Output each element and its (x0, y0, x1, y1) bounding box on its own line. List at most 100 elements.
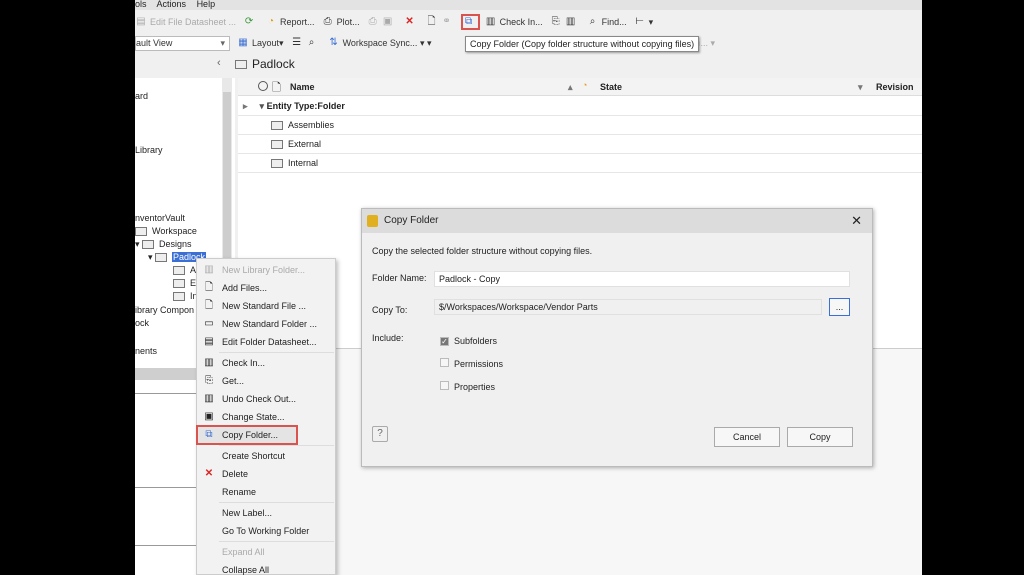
properties-icon: ☰ (292, 37, 302, 48)
checkbox[interactable] (440, 358, 449, 367)
column-state[interactable]: State (600, 82, 622, 92)
table-row[interactable]: Internal (238, 154, 922, 173)
menu-help[interactable]: Help (197, 0, 216, 9)
tooltip: Copy Folder (Copy folder structure witho… (465, 36, 700, 52)
menu-item-get[interactable]: ⎘ Get... (197, 372, 335, 390)
browse-button[interactable]: ... (829, 298, 850, 316)
subfolders-checkbox[interactable]: ✓ Subfolders (440, 336, 497, 346)
vault-window: ols Actions Help ▤ Edit File Datasheet ..… (135, 0, 922, 575)
tree-item[interactable]: ock (135, 318, 149, 328)
sort-asc-icon[interactable]: ▴ (568, 82, 573, 93)
menu-item-label: Add Files... (222, 283, 268, 293)
plot-button[interactable]: ⎙ Plot... (322, 16, 360, 28)
chevron-down-icon: ▾ ▾ (417, 37, 432, 48)
table-row[interactable]: External (238, 135, 922, 154)
label: Permissions (454, 359, 504, 369)
tree-item-workspace[interactable]: Workspace (135, 226, 197, 237)
copy-button[interactable]: Copy (787, 427, 853, 447)
properties-checkbox[interactable]: Properties (440, 381, 495, 392)
row-name: External (288, 139, 322, 149)
new-file-icon: 🗋 (427, 16, 436, 27)
print-button[interactable]: ⎙ ▣ (367, 16, 397, 28)
view-select[interactable]: ault View (135, 35, 230, 51)
menu-item-label: New Standard Folder ... (222, 319, 318, 329)
collapse-pane-button[interactable]: ‹ (217, 57, 221, 69)
properties-button[interactable]: ☰ ⌕ (291, 37, 321, 49)
folder-name-input[interactable]: Padlock - Copy (434, 271, 850, 287)
menu-item-new-label[interactable]: New Label... (197, 504, 335, 522)
menu-bar: ols Actions Help (135, 0, 922, 10)
close-icon[interactable]: ✕ (851, 209, 862, 233)
tree-item[interactable]: ard (135, 91, 148, 101)
menu-item-expand-all[interactable]: Expand All (197, 543, 335, 561)
more-button[interactable]: ⊢ ▾ (634, 16, 653, 28)
column-revision[interactable]: Revision (876, 82, 914, 92)
row-name: Assemblies (288, 120, 335, 130)
datasheet-icon: ▤ (136, 16, 146, 27)
menu-item-check-in[interactable]: ▥ Check In... (197, 354, 335, 372)
menu-item-undo-check-out[interactable]: ▥ Undo Check Out... (197, 390, 335, 408)
column-filter-icon[interactable]: ▾ (858, 82, 863, 93)
tree-item[interactable]: Library (135, 145, 163, 155)
menu-item-label: Get... (222, 376, 245, 386)
library-folder-icon: ▥ (204, 264, 214, 275)
menu-item-edit-folder-datasheet[interactable]: ▤ Edit Folder Datasheet... (197, 333, 335, 351)
menu-item-label: Collapse All (222, 565, 270, 575)
menu-item-go-to-working-folder[interactable]: Go To Working Folder (197, 522, 335, 540)
column-name[interactable]: Name (290, 82, 315, 92)
breadcrumb-label: Padlock (252, 57, 295, 71)
menu-item-label: Change State... (222, 412, 285, 422)
cancel-button[interactable]: Cancel (714, 427, 780, 447)
copy-folder-button[interactable]: ⧉ (460, 14, 480, 30)
menu-item-delete[interactable]: ✕ Delete (197, 465, 335, 483)
check-in-button[interactable]: ▥ Check In... (485, 16, 543, 28)
copy-to-field[interactable]: $/Workspaces/Workspace/Vendor Parts (434, 299, 822, 315)
menu-item-create-shortcut[interactable]: Create Shortcut (197, 447, 335, 465)
menu-item-new-standard-folder[interactable]: ▭ New Standard Folder ... (197, 315, 335, 333)
group-label: Entity Type:Folder (266, 101, 345, 111)
menu-item-label: Rename (222, 487, 257, 497)
chevron-down-icon: ▾ (279, 37, 284, 48)
delete-button[interactable]: ✕ (404, 16, 419, 28)
layout-button[interactable]: ▦ Layout ▾ (237, 37, 284, 49)
check-in-icon: ▥ (485, 16, 496, 27)
undo-checkout-icon: ▥ (204, 393, 214, 404)
checkbox[interactable] (440, 381, 449, 390)
tree-item[interactable]: ibrary Compon (135, 305, 194, 315)
menu-item-collapse-all[interactable]: Collapse All (197, 561, 335, 575)
printer-icon: ⎙ (368, 16, 377, 27)
report-button[interactable]: ◔ Report... (265, 16, 315, 28)
group-row[interactable]: ▸ ▾ Entity Type:Folder (238, 97, 922, 116)
workspace-sync-button[interactable]: ⇅ Workspace Sync... ▾ ▾ (328, 37, 432, 49)
menu-item-copy-folder[interactable]: ⧉ Copy Folder... (196, 425, 298, 445)
folder-icon (142, 240, 155, 250)
tree-item-designs[interactable]: ▾ Designs (135, 239, 192, 250)
menu-item-new-standard-file[interactable]: 🗋 New Standard File ... (197, 297, 335, 315)
copy-folder-icon: ⧉ (205, 429, 213, 440)
new-file-button[interactable]: 🗋 ⚭ (426, 16, 456, 28)
menu-item-label: Go To Working Folder (222, 526, 310, 536)
edit-file-datasheet-button[interactable]: ▤ Edit File Datasheet ... (135, 16, 236, 28)
tree-item[interactable]: nventorVault (135, 213, 185, 223)
table-row[interactable]: Assemblies (238, 116, 922, 135)
folder-icon (271, 140, 283, 150)
checkbox-checked[interactable]: ✓ (440, 337, 449, 346)
refresh-button[interactable]: ⟳ (243, 16, 258, 28)
collapse-icon: ▾ (259, 101, 265, 111)
menu-actions[interactable]: Actions (157, 0, 187, 9)
permissions-checkbox[interactable]: Permissions (440, 358, 503, 369)
delete-icon: ✕ (204, 468, 214, 479)
menu-item-new-library-folder[interactable]: ▥ New Library Folder... (197, 261, 335, 279)
menu-separator (219, 445, 334, 446)
menu-item-change-state[interactable]: ▣ Change State... (197, 408, 335, 426)
menu-item-rename[interactable]: Rename (197, 483, 335, 501)
undo-checkout-icon: ▥ (565, 16, 576, 27)
copy-folder-dialog: Copy Folder ✕ Copy the selected folder s… (361, 208, 873, 467)
menu-item-add-files[interactable]: 🗋 Add Files... (197, 279, 335, 297)
tree-item[interactable]: In (173, 291, 198, 302)
tree-item[interactable]: nents (135, 346, 157, 356)
menu-tools[interactable]: ols (135, 0, 147, 9)
find-button[interactable]: ⌕ Find... (587, 16, 627, 28)
help-icon[interactable]: ? (372, 426, 388, 442)
get-button[interactable]: ⎘ ▥ (550, 16, 580, 28)
